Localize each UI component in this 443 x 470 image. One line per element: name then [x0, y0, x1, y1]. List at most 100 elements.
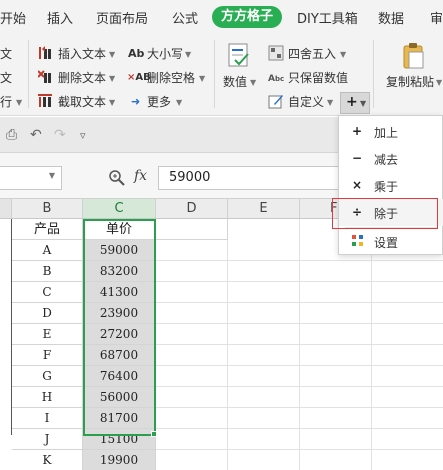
gridline — [156, 281, 443, 282]
cell-product[interactable]: K — [12, 450, 83, 470]
cell-product[interactable]: B — [12, 261, 83, 282]
cell-product[interactable]: E — [12, 324, 83, 345]
menu-item-label: 乘于 — [374, 180, 399, 194]
gridline — [156, 386, 443, 387]
chevron-down-icon: ▼ — [436, 78, 443, 87]
extract-text-icon — [38, 94, 52, 107]
cell[interactable] — [156, 219, 228, 240]
column-header-c[interactable]: C — [83, 199, 156, 219]
ribbon-divider — [373, 40, 374, 108]
tab-page-layout[interactable]: 页面布局 — [96, 8, 148, 27]
cell-product[interactable]: H — [12, 387, 83, 408]
column-header-b[interactable]: B — [12, 199, 83, 219]
chevron-down-icon: ▼ — [48, 171, 55, 180]
more-arrow-icon: ➜ — [131, 95, 141, 108]
ribbon-col1-item-1[interactable]: 文 — [0, 46, 12, 62]
customize-toolbar-icon[interactable]: ▿ — [80, 129, 86, 142]
cell-price[interactable]: 76400 — [83, 366, 156, 387]
row-header-corner — [0, 199, 12, 219]
chevron-down-icon: ▼ — [109, 98, 116, 107]
tab-diy-toolbox[interactable]: DIY工具箱 — [297, 8, 358, 27]
cell-product[interactable]: F — [12, 345, 83, 366]
print-preview-icon[interactable]: ⎙ — [6, 127, 17, 143]
cell-price[interactable]: 56000 — [83, 387, 156, 408]
gridline — [156, 428, 443, 429]
cell-b-header[interactable]: 产品 — [12, 219, 83, 240]
numeric-icon — [228, 43, 249, 67]
chevron-down-icon: ▼ — [109, 50, 116, 59]
cell-price[interactable]: 83200 — [83, 261, 156, 282]
gridline — [156, 365, 443, 366]
chevron-down-icon: ▼ — [340, 50, 347, 59]
menu-item-settings[interactable]: 设置 — [339, 228, 443, 255]
insert-text-icon — [39, 46, 51, 59]
menu-item-label: 设置 — [374, 236, 399, 250]
gridline — [156, 449, 443, 450]
cell-product[interactable]: J — [12, 429, 83, 450]
column-header-e[interactable]: E — [228, 199, 300, 219]
menu-item-label: 除于 — [374, 207, 399, 221]
operation-plus-icon: + — [346, 94, 358, 110]
tab-insert[interactable]: 插入 — [47, 8, 73, 27]
insert-text-label: 插入文本 — [58, 47, 107, 61]
chevron-down-icon: ▼ — [185, 50, 192, 59]
menu-item-multiply[interactable]: × 乘于 — [339, 172, 443, 199]
chevron-down-icon: ▼ — [199, 74, 206, 83]
chevron-down-icon: ▼ — [176, 98, 183, 107]
custom-label: 自定义 — [288, 95, 325, 109]
ribbon-panel: 文 文 行 ▼ 插入文本 ▼ 删除文本 ▼ 截取文本 ▼ Ab 大小写 ▼ ×A… — [0, 34, 443, 116]
tab-home[interactable]: 开始 — [0, 8, 26, 27]
keep-number-icon: Abc — [268, 74, 285, 84]
extract-text-label: 截取文本 — [58, 95, 107, 109]
cell-price[interactable]: 27200 — [83, 324, 156, 345]
chevron-down-icon: ▼ — [250, 78, 257, 87]
tab-formulas[interactable]: 公式 — [172, 8, 198, 27]
cell-product[interactable]: C — [12, 282, 83, 303]
delete-text-label: 删除文本 — [58, 71, 107, 85]
cell-price[interactable]: 15100 — [83, 429, 156, 450]
plus-icon: + — [351, 124, 363, 138]
chevron-down-icon: ▼ — [16, 98, 23, 107]
cell-price[interactable]: 59000 — [83, 240, 156, 261]
menu-item-label: 减去 — [374, 153, 399, 167]
ribbon-col1-item-2[interactable]: 文 — [0, 70, 12, 86]
cell-product[interactable]: A — [12, 240, 83, 261]
menu-item-add[interactable]: + 加上 — [339, 118, 443, 145]
delete-spaces-label: 删除空格 — [147, 71, 196, 85]
ribbon-col1-item-3[interactable]: 行 — [0, 94, 12, 110]
gridline — [156, 344, 443, 345]
menu-item-subtract[interactable]: − 减去 — [339, 145, 443, 172]
ribbon-divider — [214, 40, 215, 108]
cell-price[interactable]: 19900 — [83, 450, 156, 470]
tab-fangfang-gezi[interactable]: 方方格子 — [212, 6, 283, 28]
cell-product[interactable]: D — [12, 303, 83, 324]
cell-product[interactable]: G — [12, 366, 83, 387]
cell-c-header[interactable]: 单价 — [83, 219, 156, 240]
gridline — [156, 323, 443, 324]
column-header-d[interactable]: D — [156, 199, 228, 219]
cell-price[interactable]: 23900 — [83, 303, 156, 324]
keep-number-label: 只保留数值 — [288, 71, 349, 85]
fill-handle[interactable] — [151, 431, 157, 437]
divide-icon: ÷ — [351, 205, 363, 219]
ribbon-tab-bar: 开始 插入 页面布局 公式 方方格子 DIY工具箱 数据 审 — [0, 0, 443, 34]
minus-icon: − — [351, 151, 363, 165]
undo-icon[interactable]: ↶ — [30, 127, 42, 143]
ribbon-divider — [28, 40, 29, 108]
custom-edit-icon — [268, 95, 283, 109]
menu-item-divide[interactable]: ÷ 除于 — [339, 199, 443, 226]
redo-icon[interactable]: ↷ — [54, 127, 66, 143]
cell-price[interactable]: 41300 — [83, 282, 156, 303]
more-label: 更多 — [147, 95, 172, 109]
fx-icon[interactable]: fx — [134, 168, 147, 184]
zoom-formula-icon[interactable] — [108, 169, 126, 187]
operation-dropdown-button[interactable]: + ▼ — [340, 92, 370, 114]
cell-price[interactable]: 81700 — [83, 408, 156, 429]
name-box[interactable]: ▼ — [0, 166, 62, 190]
tab-review[interactable]: 审 — [430, 8, 443, 27]
clipboard-icon — [403, 43, 424, 69]
gridline — [156, 407, 443, 408]
cell-product[interactable]: I — [12, 408, 83, 429]
tab-data[interactable]: 数据 — [378, 8, 404, 27]
cell-price[interactable]: 68700 — [83, 345, 156, 366]
